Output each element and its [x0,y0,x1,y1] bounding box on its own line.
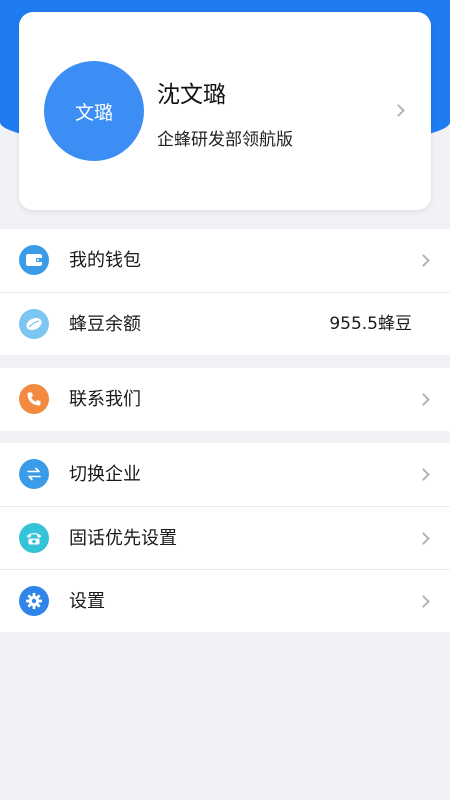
avatar: 文璐 [44,61,144,161]
wallet-icon [19,245,49,275]
menu-item-label: 我的钱包 [69,250,141,271]
telephone-icon [19,523,49,553]
chevron-right-icon [417,468,430,481]
menu-item-label: 设置 [69,591,105,612]
menu-item-switch-company[interactable]: 切换企业 [0,443,450,506]
menu-item-label: 蜂豆余额 [69,314,141,335]
gear-icon [19,586,49,616]
menu-item-wallet[interactable]: 我的钱包 [0,229,450,292]
bean-icon [19,309,49,339]
menu-item-beans: 蜂豆余额 955.5蜂豆 [0,292,450,355]
bean-balance-value: 955.5蜂豆 [329,314,412,334]
profile-subtitle: 企蜂研发部领航版 [157,130,293,150]
chevron-right-icon [417,532,430,545]
menu-item-label: 联系我们 [69,389,141,410]
chevron-right-icon [417,595,430,608]
menu-item-label: 固话优先设置 [69,528,177,549]
contact-group: 联系我们 [0,368,450,431]
menu-item-landline-priority[interactable]: 固话优先设置 [0,506,450,569]
menu-item-contact[interactable]: 联系我们 [0,368,450,431]
wallet-group: 我的钱包 蜂豆余额 955.5蜂豆 [0,229,450,355]
chevron-right-icon [417,393,430,406]
menu-item-settings[interactable]: 设置 [0,569,450,632]
settings-group: 切换企业 固话优先设置 设置 [0,443,450,632]
menu-item-label: 切换企业 [69,464,141,485]
profile-card[interactable]: 文璐 沈文璐 企蜂研发部领航版 [19,12,431,210]
avatar-text: 文璐 [74,101,113,124]
profile-name: 沈文璐 [157,82,226,108]
chevron-right-icon [392,104,405,117]
phone-icon [19,384,49,414]
chevron-right-icon [417,254,430,267]
swap-icon [19,459,49,489]
